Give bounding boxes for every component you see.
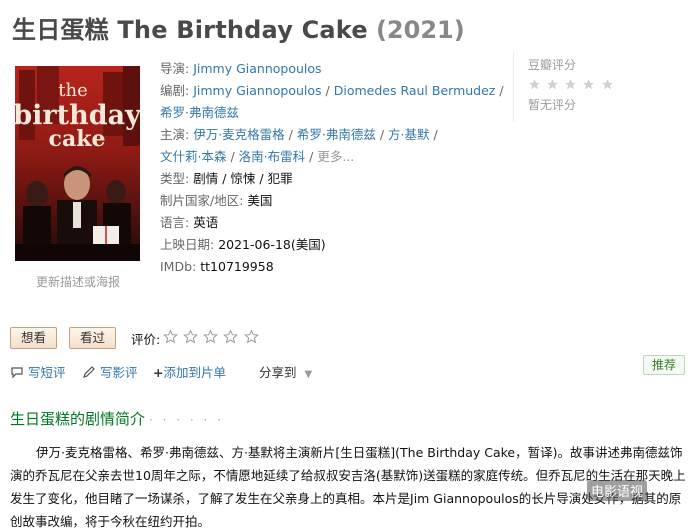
synopsis-heading-dots: · · · · · · [149,413,224,427]
cast-row: 主演: 伊万·麦克格雷格 / 希罗·弗南德兹 / 方·基默 / [160,127,438,142]
cast-more-link[interactable]: 更多... [317,149,354,164]
genre-label: 类型: [160,171,190,186]
genre: 惊悚 [230,171,256,186]
user-rating-stars[interactable] [163,329,260,345]
share-label: 分享到 [259,365,297,380]
star-icon [582,78,595,91]
release-value: 2021-06-18(美国) [218,237,326,252]
watched-button[interactable]: 看过 [69,327,117,349]
cast-link[interactable]: 方·基默 [388,127,429,142]
synopsis-heading-text: 生日蛋糕的剧情简介 [10,410,146,428]
recommend-button[interactable]: 推荐 [643,355,685,375]
star-icon [546,78,559,91]
writer-row: 编剧: Jimmy Giannopoulos / Diomedes Raul B… [160,83,504,98]
writer-link[interactable]: Diomedes Raul Bermudez [334,83,496,98]
short-review-icon [10,365,24,379]
chevron-down-icon: ▼ [304,369,313,380]
watermark: 电影语视 [587,480,648,501]
genre-row: 类型: 剧情 / 惊悚 / 犯罪 [160,171,293,186]
writer-link[interactable]: 希罗·弗南德兹 [160,105,239,120]
director-link[interactable]: Jimmy Giannopoulos [193,61,321,76]
no-rating-text: 暂无评分 [528,98,577,112]
star-icon [564,78,577,91]
star-icon[interactable] [203,329,219,344]
language-value: 英语 [193,215,219,230]
poster-title-1: the [58,80,87,101]
star-icon[interactable] [183,329,199,344]
country-label: 制片国家/地区: [160,193,244,208]
plus-icon: + [153,365,164,380]
director-label: 导演: [160,61,190,76]
update-poster-link[interactable]: 更新描述或海报 [36,273,120,290]
movie-poster[interactable]: the birthday cake [15,66,140,261]
cast-link[interactable]: 希罗·弗南德兹 [297,127,376,142]
writer-label: 编剧: [160,83,190,98]
pen-icon [82,365,96,379]
movie-name: 生日蛋糕 The Birthday Cake [12,16,368,44]
rating-panel: 豆瓣评分 暂无评分 [513,52,683,122]
add-list-label: 添加到片单 [163,365,226,380]
movie-info: 导演: Jimmy Giannopoulos 编剧: Jimmy Giannop… [160,58,504,278]
genre: 剧情 [193,171,219,186]
imdb-label: IMDb: [160,259,197,274]
movie-year: (2021) [375,16,465,44]
rate-label: 评价: [131,332,161,347]
star-icon[interactable] [223,329,239,344]
poster-image: the birthday cake [15,66,140,261]
writer-link[interactable]: Jimmy Giannopoulos [193,83,321,98]
star-icon [528,78,541,91]
add-to-list-link[interactable]: +添加到片单 [153,362,226,381]
cast-row-cont: 文什莉·本森 / 洛南·布雷科 / 更多... [160,149,355,164]
release-label: 上映日期: [160,237,215,252]
genre: 犯罪 [267,171,293,186]
imdb-value: tt10719958 [200,259,274,274]
cast-link[interactable]: 伊万·麦克格雷格 [193,127,284,142]
rating-stars [528,78,683,96]
release-row: 上映日期: 2021-06-18(美国) [160,234,500,256]
cast-link[interactable]: 洛南·布雷科 [239,149,305,164]
imdb-row: IMDb: tt10719958 [160,256,500,278]
short-review-label: 写短评 [28,365,66,380]
rating-title: 豆瓣评分 [528,58,577,72]
star-icon [601,78,614,91]
write-review-link[interactable]: 写影评 [82,362,138,381]
director-row: 导演: Jimmy Giannopoulos [160,58,500,80]
cast-link[interactable]: 文什莉·本森 [160,149,226,164]
write-short-review-link[interactable]: 写短评 [10,362,66,381]
movie-title: 生日蛋糕 The Birthday Cake (2021) [12,10,465,45]
language-row: 语言: 英语 [160,212,500,234]
writer-row-cont: 希罗·弗南德兹 [160,102,500,124]
star-icon[interactable] [163,329,178,344]
country-row: 制片国家/地区: 美国 [160,190,500,212]
star-icon[interactable] [243,329,259,344]
share-dropdown[interactable]: 分享到 ▼ [259,362,312,381]
country-value: 美国 [247,193,273,208]
synopsis-heading: 生日蛋糕的剧情简介 · · · · · · [10,408,224,429]
review-label: 写影评 [100,365,138,380]
want-to-watch-button[interactable]: 想看 [10,327,58,349]
poster-title-3: cake [49,126,106,152]
cast-label: 主演: [160,127,190,142]
language-label: 语言: [160,215,190,230]
